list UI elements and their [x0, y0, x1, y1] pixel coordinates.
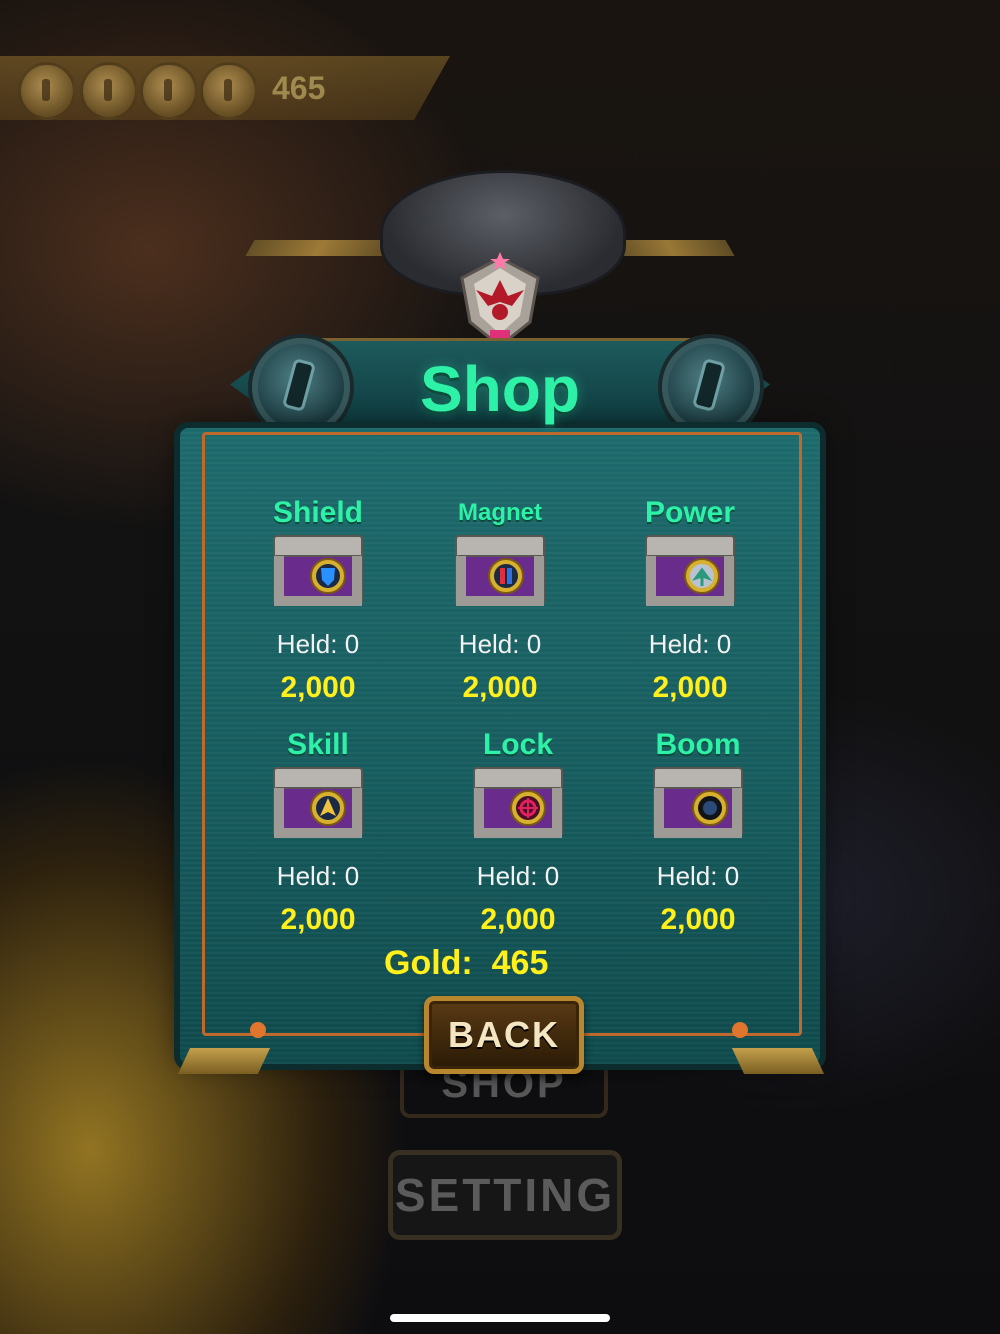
back-button[interactable]: BACK	[424, 996, 584, 1074]
frame-rivet	[250, 1022, 266, 1038]
item-name: Lock	[482, 728, 554, 761]
shop-item-skill[interactable]: Skill Held: 0 2,000	[228, 726, 408, 939]
home-indicator[interactable]	[390, 1314, 610, 1322]
panel-corner-left	[177, 1048, 271, 1074]
gold-balance: Gold: 465	[384, 944, 549, 982]
frame-rivet	[732, 1022, 748, 1038]
item-held-count: Held: 0	[476, 861, 560, 891]
item-held-count: Held: 0	[648, 629, 732, 659]
item-name: Magnet	[458, 499, 542, 526]
shop-item-shield[interactable]: Shield Held: 0 2,000	[228, 494, 408, 707]
shield-chest-icon[interactable]	[272, 532, 364, 608]
coin-icon	[200, 62, 258, 120]
background-setting-button: SETTING	[388, 1150, 622, 1240]
coin-icon	[18, 62, 76, 120]
coin-icon	[140, 62, 198, 120]
coin-icon	[80, 62, 138, 120]
shop-item-boom[interactable]: Boom Held: 0 2,000	[608, 726, 788, 939]
skill-chest-icon[interactable]	[272, 764, 364, 840]
item-held-count: Held: 0	[656, 861, 740, 891]
hud-gold-value: 465	[272, 70, 326, 106]
item-name: Shield	[272, 496, 363, 529]
item-price: 2,000	[480, 903, 556, 936]
shop-item-power[interactable]: Power Held: 0 2,000	[600, 494, 780, 707]
eagle-badge-icon	[460, 252, 540, 348]
item-name: Skill	[287, 728, 349, 761]
shop-item-lock[interactable]: Lock Held: 0 2,000	[428, 726, 608, 939]
item-held-count: Held: 0	[458, 629, 542, 659]
power-chest-icon[interactable]	[644, 532, 736, 608]
item-held-count: Held: 0	[276, 861, 360, 891]
shop-title: Shop	[420, 353, 580, 425]
shop-item-magnet[interactable]: Magnet Held: 0 2,000	[410, 494, 590, 707]
item-price: 2,000	[462, 671, 538, 704]
item-price: 2,000	[280, 671, 356, 704]
item-name: Boom	[655, 728, 741, 761]
item-price: 2,000	[280, 903, 356, 936]
boom-chest-icon[interactable]	[652, 764, 744, 840]
lock-chest-icon[interactable]	[472, 764, 564, 840]
item-price: 2,000	[652, 671, 728, 704]
item-price: 2,000	[660, 903, 736, 936]
item-held-count: Held: 0	[276, 629, 360, 659]
crest-wing-left	[245, 240, 395, 256]
panel-corner-right	[731, 1048, 825, 1074]
item-name: Power	[644, 496, 736, 529]
magnet-chest-icon[interactable]	[454, 532, 546, 608]
